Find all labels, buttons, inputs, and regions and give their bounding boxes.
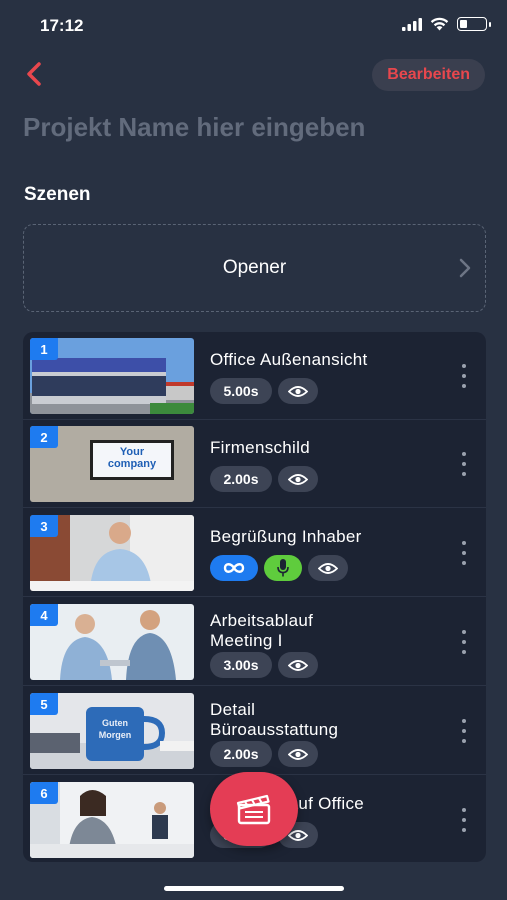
preview-button[interactable]	[278, 378, 318, 404]
eye-icon	[288, 385, 308, 397]
scene-title-line: Büroausstattung	[210, 720, 339, 739]
more-icon	[462, 630, 466, 634]
scene-chips: 2.00s	[210, 466, 318, 492]
scene-thumbnail: 3	[30, 515, 194, 591]
eye-icon	[318, 562, 338, 574]
scene-chips: 3.00s	[210, 652, 318, 678]
duration-chip[interactable]: 3.00s	[210, 652, 272, 678]
chevron-left-icon	[27, 62, 41, 86]
sign-text: company	[107, 458, 157, 470]
loop-toggle[interactable]	[210, 555, 258, 581]
more-icon	[462, 364, 466, 368]
opener-card[interactable]: Opener	[23, 224, 486, 312]
duration-chip[interactable]: 2.00s	[210, 741, 272, 767]
mug-text: Guten	[102, 718, 128, 728]
scene-number-badge: 6	[30, 782, 58, 804]
more-options-button[interactable]	[456, 630, 472, 654]
opener-label: Opener	[222, 257, 287, 278]
cellular-signal-icon	[402, 17, 422, 31]
more-icon	[462, 719, 466, 723]
infinity-icon	[223, 563, 245, 573]
scene-number-badge: 4	[30, 604, 58, 626]
scene-thumbnail: Guten Morgen 5	[30, 693, 194, 769]
duration-chip[interactable]: 5.00s	[210, 378, 272, 404]
status-time: 17:12	[40, 16, 84, 35]
scene-row[interactable]: 4 Arbeitsablauf Meeting I 3.00s	[23, 598, 486, 686]
duration-chip[interactable]: 2.00s	[210, 466, 272, 492]
status-bar: 17:12	[0, 0, 507, 52]
scene-thumbnail: 6	[30, 782, 194, 858]
voiceover-toggle[interactable]	[264, 555, 302, 581]
scene-thumbnail: 4	[30, 604, 194, 680]
scene-row[interactable]: 3 Begrüßung Inhaber	[23, 509, 486, 597]
preview-button[interactable]	[278, 652, 318, 678]
scene-number-badge: 5	[30, 693, 58, 715]
home-indicator	[164, 886, 344, 891]
wifi-icon	[430, 17, 449, 31]
scene-row[interactable]: Your company 2 Firmenschild 2.00s	[23, 420, 486, 508]
more-icon	[462, 808, 466, 812]
more-options-button[interactable]	[456, 719, 472, 743]
back-button[interactable]	[20, 60, 48, 88]
more-options-button[interactable]	[456, 452, 472, 476]
scene-title-line: Arbeitsablauf	[210, 611, 314, 630]
scene-title: Begrüßung Inhaber	[210, 527, 362, 546]
scene-title: Office Außenansicht	[210, 350, 368, 369]
more-options-button[interactable]	[456, 541, 472, 565]
scene-thumbnail: Your company 2	[30, 426, 194, 502]
more-options-button[interactable]	[456, 364, 472, 388]
microphone-icon	[277, 559, 289, 577]
scene-chips: 2.00s	[210, 741, 318, 767]
more-options-button[interactable]	[456, 808, 472, 832]
chevron-right-icon	[459, 258, 471, 278]
scene-title-line: Meeting I	[210, 631, 283, 650]
eye-icon	[288, 473, 308, 485]
scene-row[interactable]: 1 Office Außenansicht 5.00s	[23, 332, 486, 420]
mug-text: Morgen	[98, 730, 132, 740]
battery-icon	[457, 17, 491, 31]
preview-button[interactable]	[278, 466, 318, 492]
edit-button[interactable]: Bearbeiten	[372, 59, 485, 91]
scene-thumbnail: 1	[30, 338, 194, 414]
more-icon	[462, 541, 466, 545]
more-icon	[462, 452, 466, 456]
scene-row[interactable]: Guten Morgen 5 Detail Büroausstattung 2.…	[23, 687, 486, 775]
scene-chips	[210, 555, 348, 581]
scene-title: Detail Büroausstattung	[210, 700, 440, 740]
preview-button[interactable]	[308, 555, 348, 581]
clapperboard-icon	[236, 794, 271, 825]
scene-number-badge: 2	[30, 426, 58, 448]
scenes-section-title: Szenen	[24, 184, 91, 205]
eye-icon	[288, 748, 308, 760]
add-scene-fab[interactable]	[210, 772, 298, 846]
status-icons	[402, 17, 491, 31]
scene-title-line: Detail	[210, 700, 256, 719]
scene-title: Firmenschild	[210, 438, 310, 457]
scene-title: Arbeitsablauf Meeting I	[210, 611, 440, 651]
scene-chips: 5.00s	[210, 378, 318, 404]
project-name-input[interactable]	[23, 112, 493, 143]
preview-button[interactable]	[278, 741, 318, 767]
scene-number-badge: 3	[30, 515, 58, 537]
eye-icon	[288, 659, 308, 671]
sign-text: Your	[119, 446, 145, 458]
scene-number-badge: 1	[30, 338, 58, 360]
